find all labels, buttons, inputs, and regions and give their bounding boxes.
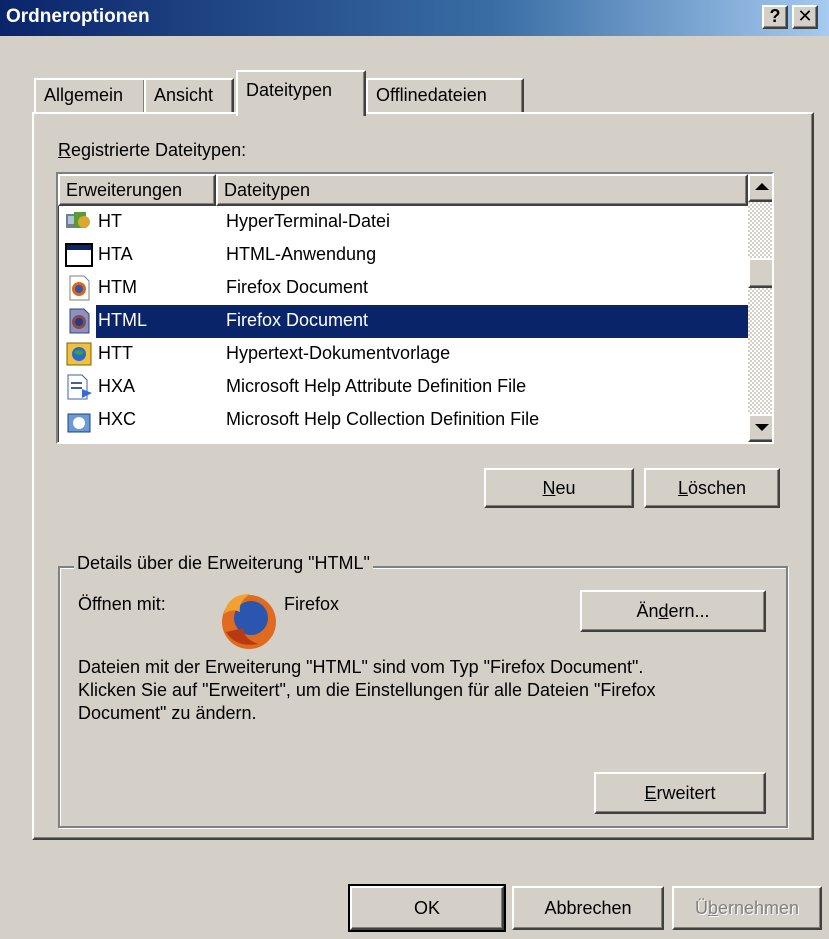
details-legend: Details über die Erweiterung "HTML" xyxy=(74,553,373,574)
type-cell: HTML-Anwendung xyxy=(226,244,377,264)
tab-ansicht[interactable]: Ansicht xyxy=(144,78,234,114)
change-button[interactable]: Än d ern... xyxy=(580,590,766,632)
apply-button[interactable]: Üb ernehmen xyxy=(672,886,822,930)
extension-cell: HTT xyxy=(98,343,133,363)
cancel-button[interactable]: Abbrechen xyxy=(512,886,664,930)
window-title: Ordneroptionen xyxy=(6,6,150,27)
arrow-up-icon xyxy=(755,183,769,190)
help-collection-icon xyxy=(64,406,94,434)
type-cell: Microsoft Help Attribute Definition File xyxy=(226,376,527,396)
delete-button[interactable]: Löschen xyxy=(644,468,780,508)
list-item[interactable]: HTT Hypertext-Dokumentvorlage xyxy=(58,338,748,371)
application-window-icon xyxy=(64,241,94,269)
arrow-down-icon xyxy=(755,424,769,431)
help-button[interactable]: ? xyxy=(762,5,788,29)
extension-cell: HTA xyxy=(98,244,133,264)
tab-allgemein[interactable]: Allgemein xyxy=(34,78,146,114)
list-item[interactable]: HT HyperTerminal-Datei xyxy=(58,206,748,239)
list-item[interactable]: HTA HTML-Anwendung xyxy=(58,239,748,272)
type-cell: HyperTerminal-Datei xyxy=(226,211,391,231)
program-name: Firefox xyxy=(284,594,340,614)
tab-dateitypen[interactable]: Dateitypen xyxy=(236,70,366,116)
type-cell: Hypertext-Dokumentvorlage xyxy=(226,343,451,363)
list-item[interactable]: HTM Firefox Document xyxy=(58,272,748,305)
type-cell: Firefox Document xyxy=(226,277,369,297)
ok-button[interactable]: OK xyxy=(348,884,506,932)
list-item[interactable]: HXA Microsoft Help Attribute Definition … xyxy=(58,371,748,404)
column-header-types[interactable]: Dateitypen xyxy=(216,174,748,206)
scroll-thumb[interactable] xyxy=(748,258,772,288)
registered-types-label: Registrierte Dateitypen: xyxy=(58,140,247,160)
extension-cell: HTML xyxy=(98,310,147,330)
firefox-document-icon xyxy=(64,307,94,335)
list-item[interactable]: HXC Microsoft Help Collection Definition… xyxy=(58,404,748,437)
advanced-button[interactable]: Erweitert xyxy=(594,772,766,814)
close-icon: ✕ xyxy=(797,6,813,26)
close-button[interactable]: ✕ xyxy=(792,5,818,29)
file-types-list[interactable]: Erweiterungen Dateitypen HT HyperTermina… xyxy=(56,172,774,444)
scroll-down-button[interactable] xyxy=(748,414,772,442)
firefox-icon xyxy=(214,588,284,652)
help-file-icon xyxy=(64,373,94,401)
extension-cell: HTM xyxy=(98,277,137,297)
list-item-selected[interactable]: HTML Firefox Document xyxy=(58,305,748,338)
extension-cell: HT xyxy=(98,211,122,231)
vertical-scrollbar[interactable] xyxy=(748,174,772,442)
details-description: Dateien mit der Erweiterung "HTML" sind … xyxy=(78,657,656,723)
tab-offlinedateien[interactable]: Offlinedateien xyxy=(366,78,524,114)
new-button[interactable]: Neu xyxy=(484,468,634,508)
hypertext-template-icon xyxy=(64,340,94,368)
open-with-label: Öffnen mit: xyxy=(78,594,166,614)
scroll-up-button[interactable] xyxy=(748,174,772,202)
extension-cell: HXC xyxy=(98,409,137,429)
firefox-document-icon xyxy=(64,274,94,302)
type-cell: Firefox Document xyxy=(226,310,369,330)
column-header-extensions[interactable]: Erweiterungen xyxy=(58,174,216,206)
type-cell: Microsoft Help Collection Definition Fil… xyxy=(226,409,540,429)
title-bar[interactable]: Ordneroptionen ? ✕ xyxy=(0,0,829,36)
selection-highlight xyxy=(96,305,748,338)
extension-cell: HXA xyxy=(98,376,136,396)
hyperterminal-icon xyxy=(64,208,94,236)
